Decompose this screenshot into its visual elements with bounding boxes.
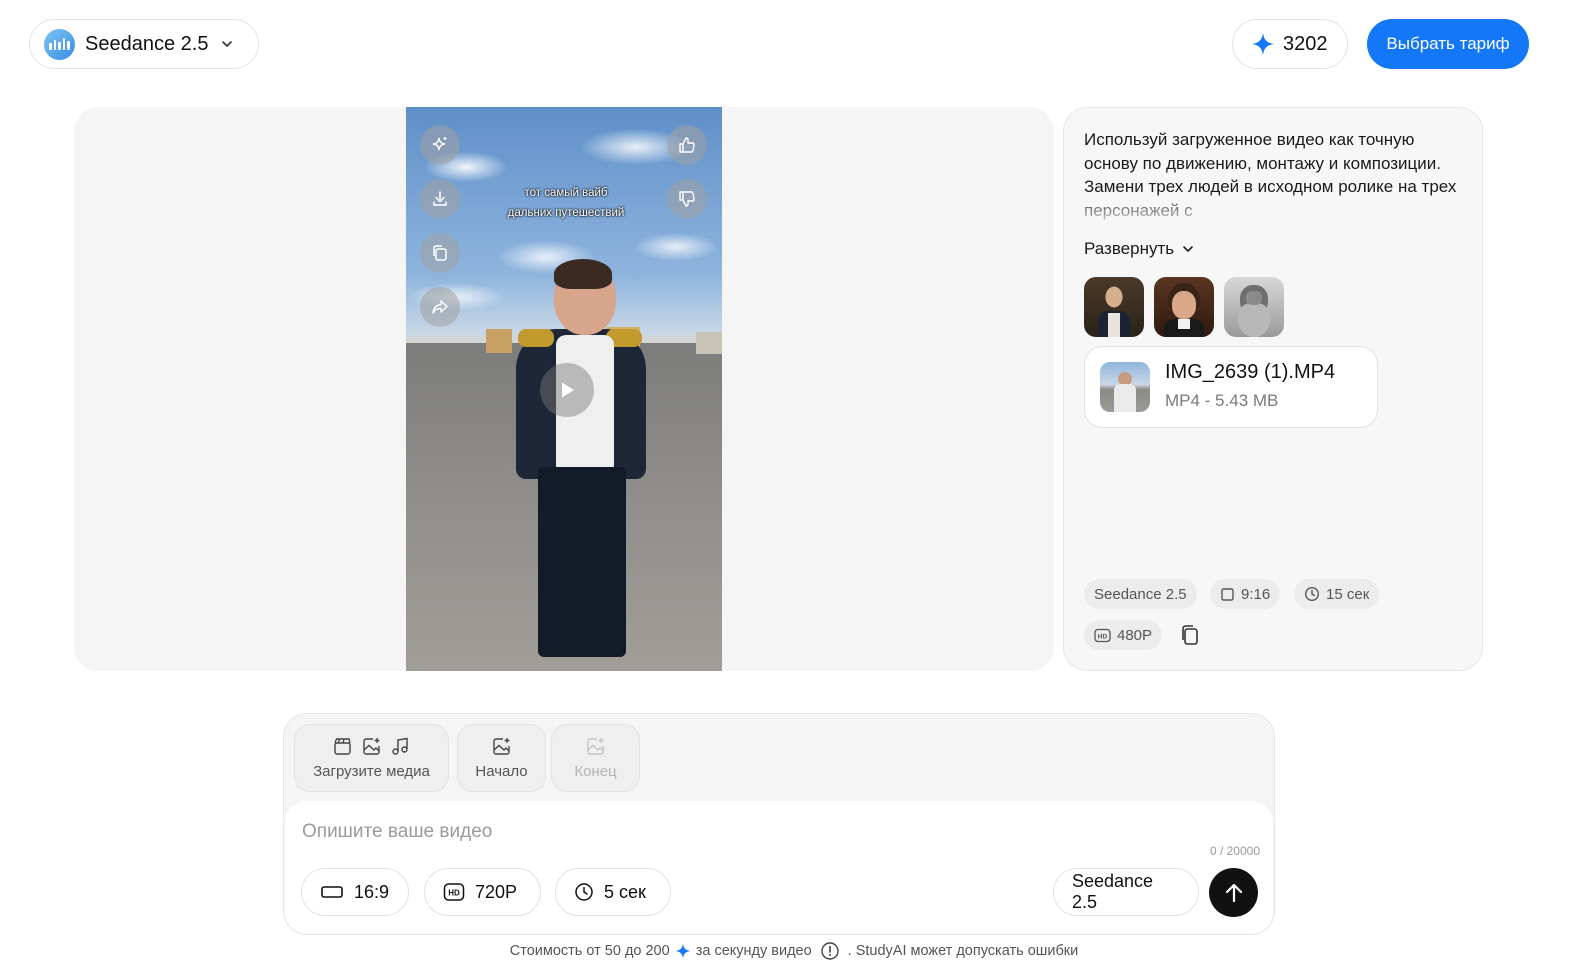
quality-value: 720P bbox=[475, 881, 518, 902]
download-icon bbox=[433, 191, 447, 206]
upload-media-icons bbox=[332, 736, 411, 757]
param-quality-tag: HD 480P bbox=[1084, 620, 1163, 650]
copy-video-button[interactable] bbox=[420, 233, 460, 273]
dislike-button[interactable] bbox=[667, 179, 707, 219]
reference-images bbox=[1084, 277, 1284, 337]
model-name: Seedance 2.5 bbox=[85, 32, 209, 55]
copy-params-icon[interactable] bbox=[1178, 623, 1202, 647]
reference-image-pushkin[interactable] bbox=[1154, 277, 1214, 337]
image-add-icon bbox=[363, 738, 380, 755]
duration-value: 5 сек bbox=[604, 881, 646, 902]
upload-media-label: Загрузите медиа bbox=[313, 763, 430, 780]
expand-button[interactable]: Развернуть bbox=[1084, 239, 1194, 259]
file-meta: MP4 - 5.43 MB bbox=[1165, 391, 1279, 410]
video-person-hair bbox=[554, 259, 612, 289]
image-add-icon bbox=[493, 738, 510, 755]
svg-text:HD: HD bbox=[448, 889, 460, 898]
param-ratio: 9:16 bbox=[1241, 585, 1271, 603]
expand-label: Развернуть bbox=[1084, 239, 1175, 258]
send-button[interactable] bbox=[1209, 868, 1258, 917]
chevron-down-icon bbox=[1183, 246, 1193, 252]
square-icon bbox=[1221, 587, 1234, 601]
clock-icon bbox=[1304, 586, 1320, 602]
param-duration-tag: 15 сек bbox=[1294, 579, 1380, 609]
image-add-icon bbox=[587, 738, 604, 755]
prompt-text: Используй загруженное видео как точную о… bbox=[1084, 130, 1457, 220]
share-icon bbox=[432, 300, 448, 314]
cost-prefix: Стоимость от 50 до 200 bbox=[509, 943, 670, 959]
file-name: IMG_2639 (1).MP4 bbox=[1165, 361, 1336, 383]
copy-icon bbox=[433, 245, 447, 261]
arrow-up-icon bbox=[1225, 883, 1242, 902]
chevron-down-icon bbox=[222, 41, 233, 47]
video-caption-line-2: дальних путешествий bbox=[507, 207, 625, 219]
param-quality: 480P bbox=[1117, 626, 1153, 644]
source-video-file[interactable]: IMG_2639 (1).MP4 MP4 - 5.43 MB bbox=[1084, 346, 1378, 428]
param-ratio-tag: 9:16 bbox=[1210, 579, 1281, 609]
composer-model-button[interactable]: Seedance 2.5 bbox=[1053, 868, 1199, 916]
param-duration: 15 сек bbox=[1326, 585, 1370, 603]
choose-tariff-button[interactable]: Выбрать тариф bbox=[1367, 19, 1529, 69]
video-caption: тот самый вайб дальних путешествий bbox=[496, 183, 636, 223]
sparkle-icon bbox=[1252, 33, 1274, 55]
play-button[interactable] bbox=[540, 363, 594, 417]
composer-model-value: Seedance 2.5 bbox=[1072, 871, 1154, 912]
thumbs-down-icon bbox=[679, 191, 695, 207]
video-preview-panel: тот самый вайб дальних путешествий bbox=[74, 107, 1054, 671]
clapperboard-icon bbox=[334, 738, 351, 755]
char-counter: 0 / 20000 bbox=[1209, 844, 1260, 858]
download-button[interactable] bbox=[420, 179, 460, 219]
music-icon bbox=[392, 737, 408, 755]
thumbs-up-icon bbox=[679, 137, 695, 153]
end-frame-button[interactable]: Конец bbox=[551, 724, 640, 792]
file-thumbnail bbox=[1100, 362, 1150, 412]
info-icon[interactable] bbox=[820, 941, 840, 961]
param-model-tag: Seedance 2.5 bbox=[1084, 579, 1197, 609]
start-frame-label: Начало bbox=[475, 763, 528, 780]
sparkles-icon bbox=[432, 137, 447, 151]
play-icon bbox=[562, 382, 574, 398]
prompt-input[interactable] bbox=[302, 821, 1002, 843]
credits-value: 3202 bbox=[1283, 32, 1328, 55]
reference-image-napoleon[interactable] bbox=[1084, 277, 1144, 337]
duration-button[interactable]: 5 сек bbox=[555, 868, 671, 916]
quality-button[interactable]: HD 720P bbox=[424, 868, 541, 916]
enhance-button[interactable] bbox=[420, 125, 460, 165]
footer-note: Стоимость от 50 до 200 за секунду видео … bbox=[0, 941, 1588, 961]
video-epaulet-left bbox=[518, 329, 554, 347]
clock-icon bbox=[575, 883, 593, 901]
model-selector[interactable]: Seedance 2.5 bbox=[29, 19, 259, 69]
aspect-ratio-value: 16:9 bbox=[354, 881, 390, 902]
share-button[interactable] bbox=[420, 287, 460, 327]
top-bar: Seedance 2.5 3202 Выбрать тариф bbox=[0, 0, 1588, 88]
video-container-3 bbox=[696, 332, 722, 354]
start-frame-button[interactable]: Начало bbox=[457, 724, 546, 792]
prompt-composer: Загрузите медиа Начало Конец 0 / 20000 1… bbox=[283, 713, 1275, 935]
like-button[interactable] bbox=[667, 125, 707, 165]
disclaimer: . StudyAI может допускать ошибки bbox=[847, 943, 1079, 959]
param-model: Seedance 2.5 bbox=[1094, 585, 1187, 603]
cost-suffix: за секунду видео bbox=[695, 943, 812, 959]
credits-balance[interactable]: 3202 bbox=[1232, 19, 1348, 69]
video-player[interactable]: тот самый вайб дальних путешествий bbox=[406, 107, 722, 671]
aspect-ratio-icon bbox=[321, 886, 343, 898]
sparkle-icon bbox=[675, 943, 691, 959]
reference-image-tolstoy[interactable] bbox=[1224, 277, 1284, 337]
model-logo-icon bbox=[44, 28, 75, 60]
hd-icon: HD bbox=[1094, 628, 1111, 642]
end-frame-label: Конец bbox=[574, 763, 617, 780]
generation-info-panel: Используй загруженное видео как точную о… bbox=[1063, 107, 1483, 671]
hd-icon: HD bbox=[443, 883, 465, 901]
upload-media-button[interactable]: Загрузите медиа bbox=[294, 724, 449, 792]
prompt-input-area: 0 / 20000 16:9 HD 720P 5 сек Seedance 2.… bbox=[285, 801, 1273, 934]
aspect-ratio-button[interactable]: 16:9 bbox=[301, 868, 409, 916]
svg-text:HD: HD bbox=[1098, 633, 1108, 640]
video-person-legs bbox=[538, 467, 626, 657]
video-caption-line-1: тот самый вайб bbox=[524, 187, 608, 199]
video-container-1 bbox=[486, 329, 512, 353]
